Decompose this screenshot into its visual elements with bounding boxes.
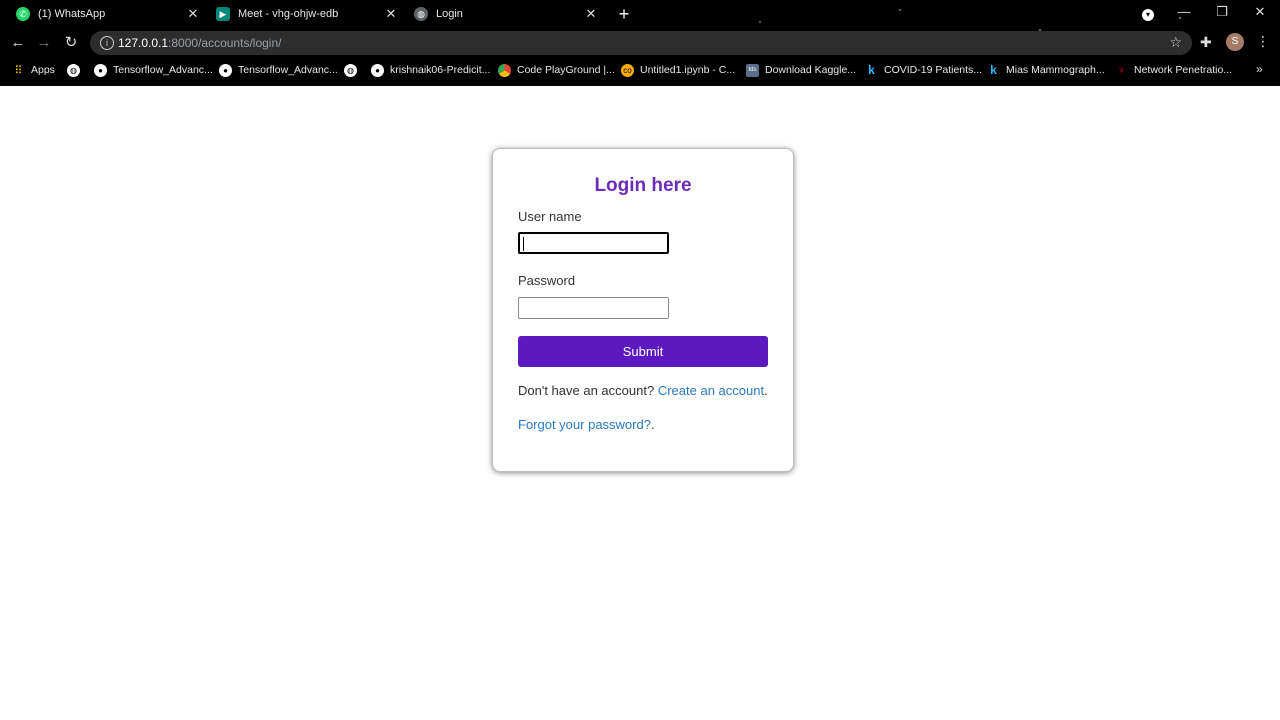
back-arrow-icon[interactable]: ← xyxy=(8,33,28,53)
globe-icon: ◍ xyxy=(67,63,80,77)
username-input[interactable] xyxy=(518,232,669,254)
bookmark-network[interactable]: ♆ Network Penetratio... xyxy=(1115,61,1232,79)
bookmark-label: krishnaik06-Predicit... xyxy=(390,64,491,76)
bookmark-apps[interactable]: ⠿ Apps xyxy=(12,61,55,79)
bookmark-label: Mias Mammograph... xyxy=(1006,64,1105,76)
username-label: User name xyxy=(518,209,582,224)
bookmark-star-icon[interactable]: ☆ xyxy=(1169,34,1182,51)
login-card: Login here User name Password Submit Don… xyxy=(492,148,794,472)
more-bookmarks-icon[interactable]: » xyxy=(1256,62,1263,76)
tab-title: (1) WhatsApp xyxy=(38,8,106,20)
github-icon: ● xyxy=(94,63,107,77)
globe-icon: ◍ xyxy=(414,7,428,21)
close-window-icon[interactable]: ✕ xyxy=(1250,4,1270,20)
submit-button[interactable]: Submit xyxy=(518,336,768,367)
chrome-icon xyxy=(498,63,511,77)
url-path: :8000/accounts/login/ xyxy=(168,36,282,50)
bookmark-colab[interactable]: co Untitled1.ipynb - C... xyxy=(621,61,735,79)
bookmark-krishnaik[interactable]: ● krishnaik06-Predicit... xyxy=(371,61,490,79)
password-label: Password xyxy=(518,273,576,288)
period: . xyxy=(764,383,768,398)
tab-title: Login xyxy=(436,8,463,20)
bookmark-mias[interactable]: k Mias Mammograph... xyxy=(987,61,1105,79)
bookmark-label: Apps xyxy=(31,64,55,76)
bookmark-label: Tensorflow_Advanc... xyxy=(113,64,213,76)
bookmark-label: Code PlayGround |... xyxy=(517,64,615,76)
bookmark-label: Tensorflow_Advanc... xyxy=(238,64,338,76)
bookmark-tensorflow-2[interactable]: ● Tensorflow_Advanc... xyxy=(219,61,338,79)
text-caret xyxy=(523,237,524,251)
bookmark-code-playground[interactable]: Code PlayGround |... xyxy=(498,61,615,79)
close-tab-icon[interactable]: ✕ xyxy=(186,7,200,21)
password-input[interactable] xyxy=(518,297,669,319)
kaggle-icon: tds xyxy=(746,63,759,77)
bookmark-label: Download Kaggle... xyxy=(765,64,857,76)
period: . xyxy=(650,417,655,432)
restore-icon[interactable]: ❐ xyxy=(1212,4,1232,20)
kebab-menu-icon[interactable]: ⋮ xyxy=(1256,33,1270,50)
github-icon: ● xyxy=(219,63,232,77)
url-text[interactable]: 127.0.0.1:8000/accounts/login/ xyxy=(118,36,281,50)
kaggle-k-icon: k xyxy=(990,63,997,77)
bookmark-covid[interactable]: k COVID-19 Patients... xyxy=(865,61,982,79)
kaggle-k-icon: k xyxy=(868,63,875,77)
bookmark-globe-2[interactable]: ◍ xyxy=(344,61,363,79)
close-tab-icon[interactable]: ✕ xyxy=(384,7,398,21)
tab-search-icon[interactable]: ▾ xyxy=(1138,5,1158,21)
tab-title: Meet - vhg-ohjw-edb xyxy=(238,8,339,20)
profile-avatar[interactable]: S xyxy=(1226,33,1244,51)
bookmark-tensorflow-1[interactable]: ● Tensorflow_Advanc... xyxy=(94,61,213,79)
tab-whatsapp[interactable]: ✆ (1) WhatsApp ✕ xyxy=(0,0,208,28)
kali-icon: ♆ xyxy=(1117,63,1126,77)
bookmark-kaggle-download[interactable]: tds Download Kaggle... xyxy=(746,61,856,79)
whatsapp-icon: ✆ xyxy=(16,7,30,21)
bookmark-label: Untitled1.ipynb - C... xyxy=(640,64,736,76)
apps-grid-icon: ⠿ xyxy=(14,64,23,77)
browser-chrome: ✆ (1) WhatsApp ✕ ▶ Meet - vhg-ohjw-edb ✕… xyxy=(0,0,1280,86)
minimize-icon[interactable]: — xyxy=(1174,4,1194,19)
bookmark-label: Network Penetratio... xyxy=(1134,64,1233,76)
forgot-password-link[interactable]: Forgot your password? xyxy=(518,417,651,432)
forward-arrow-icon[interactable]: → xyxy=(34,33,54,53)
tab-login[interactable]: ◍ Login ✕ xyxy=(398,0,606,28)
create-account-link[interactable]: Create an account xyxy=(658,383,764,398)
github-icon: ● xyxy=(371,63,384,77)
tab-meet[interactable]: ▶ Meet - vhg-ohjw-edb ✕ xyxy=(200,0,406,28)
extensions-icon[interactable]: ✚ xyxy=(1200,34,1212,51)
reload-icon[interactable]: ↻ xyxy=(61,33,81,53)
bookmark-label: COVID-19 Patients... xyxy=(884,64,983,76)
signup-prompt: Don't have an account? Create an account… xyxy=(518,383,768,398)
colab-icon: co xyxy=(621,63,634,77)
url-host: 127.0.0.1 xyxy=(118,36,169,50)
forgot-password-row: Forgot your password?. xyxy=(518,417,655,432)
page-title: Login here xyxy=(594,175,692,196)
meet-icon: ▶ xyxy=(216,7,230,21)
bookmark-globe[interactable]: ◍ xyxy=(67,61,86,79)
address-bar[interactable]: i 127.0.0.1:8000/accounts/login/ ☆ xyxy=(90,31,1192,55)
site-info-icon[interactable]: i xyxy=(100,36,114,50)
close-tab-icon[interactable]: ✕ xyxy=(584,7,598,21)
new-tab-button[interactable]: + xyxy=(614,4,634,24)
globe-icon: ◍ xyxy=(344,63,357,77)
no-account-text: Don't have an account? xyxy=(518,383,655,398)
